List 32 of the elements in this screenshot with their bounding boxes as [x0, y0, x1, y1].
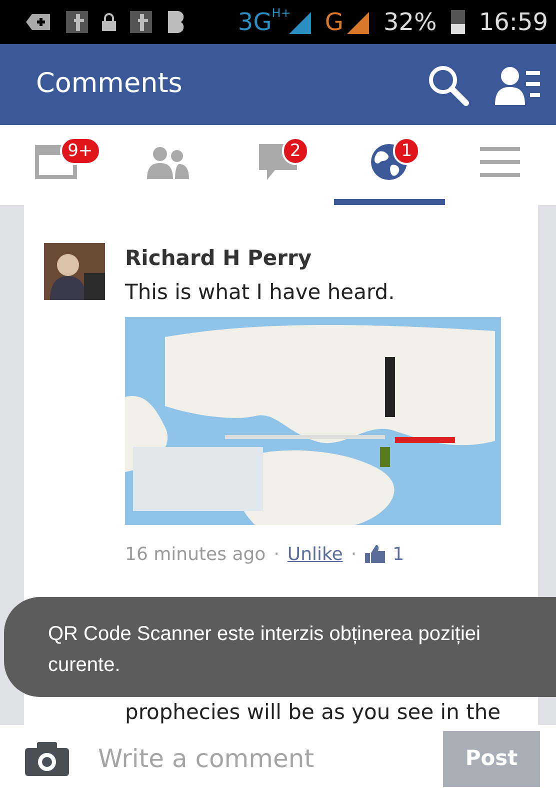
comment-time: 16 minutes ago — [125, 542, 266, 566]
notification-count: 1 — [393, 137, 420, 165]
screen-title: Comments — [36, 68, 184, 101]
chat-bubble-tab[interactable]: 2 — [222, 125, 334, 205]
battery-level: 32% — [383, 7, 437, 38]
signal-icon — [288, 10, 311, 34]
network-type: 3G — [238, 7, 272, 38]
clock: 16:59 — [478, 7, 548, 38]
signal-icon — [347, 10, 370, 34]
unlike-link[interactable]: Unlike — [287, 540, 343, 568]
thumbs-up-icon — [364, 545, 385, 563]
battery-icon — [450, 10, 465, 34]
network-type: G — [324, 7, 344, 38]
network-label: H+ — [272, 5, 291, 22]
comment-text: This is what I have heard. — [125, 278, 396, 306]
comment-text: prophecies will be as you see in the — [125, 698, 502, 724]
news-feed-tab[interactable]: 9+ — [0, 125, 112, 205]
author-name[interactable]: Richard H Perry — [125, 243, 518, 274]
notification-icon — [130, 11, 152, 33]
friends-icon — [144, 145, 189, 179]
camera-button[interactable] — [24, 741, 70, 777]
notification-icon — [66, 11, 88, 33]
notification-icon — [26, 12, 52, 32]
separator-dot: · — [350, 542, 357, 566]
notification-count: 9+ — [60, 137, 101, 165]
menu-icon — [480, 147, 520, 177]
separator-dot: · — [274, 542, 280, 566]
like-count: 1 — [392, 542, 404, 566]
notification-count: 2 — [282, 137, 309, 165]
lock-icon — [102, 13, 116, 31]
location-toast: QR Code Scanner este interzis obținerea poziției curente. — [4, 597, 556, 697]
avatar — [44, 243, 105, 300]
